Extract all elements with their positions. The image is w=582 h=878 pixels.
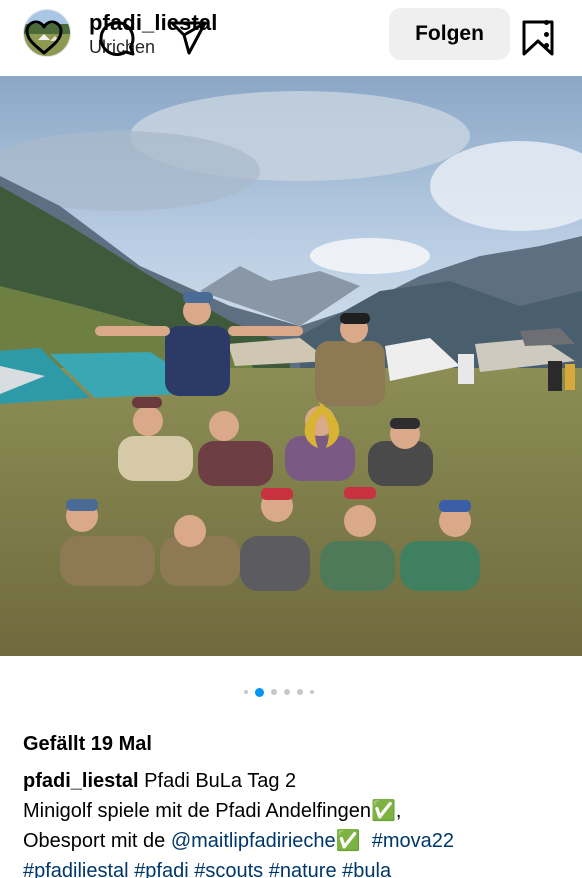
hashtag-link[interactable]: #nature (269, 860, 337, 878)
hashtag-link[interactable]: #mova22 (372, 830, 454, 852)
post-image[interactable] (0, 76, 582, 656)
caption-username[interactable]: pfadi_liestal (23, 770, 139, 792)
check-emoji: ✅ (335, 830, 361, 852)
carousel-dot-active (255, 687, 264, 697)
hashtag-link[interactable]: #pfadiliestal (23, 860, 129, 878)
caption-mention[interactable]: @maitlipfadirieche (171, 830, 336, 852)
hashtag-link[interactable]: #scouts (194, 860, 263, 878)
hashtag-link[interactable]: #pfadi (134, 860, 189, 878)
caption-title: Pfadi BuLa Tag 2 (144, 770, 297, 792)
carousel-dot (297, 689, 303, 695)
carousel-dot (244, 690, 248, 694)
hashtag-link[interactable]: #bula (342, 860, 391, 878)
likes-count[interactable]: Gefällt 19 Mal (23, 733, 152, 756)
post-caption: pfadi_liestal Pfadi BuLa Tag 2 Minigolf … (23, 766, 573, 878)
caption-line-4: #pfadiliestal #pfadi #scouts #nature #bu… (23, 856, 573, 878)
carousel-dot (284, 689, 290, 695)
carousel-indicator (244, 687, 314, 697)
paper-plane-icon[interactable] (169, 19, 209, 57)
comment-icon[interactable] (97, 19, 137, 57)
carousel-dot (271, 689, 277, 695)
heart-icon[interactable] (24, 19, 64, 57)
post-header: pfadi_liestal Ulrichen Folgen (0, 0, 582, 76)
caption-line-3: Obesport mit de @maitlipfadirieche✅ #mov… (23, 826, 573, 856)
bookmark-icon[interactable] (518, 19, 558, 57)
caption-line-1: pfadi_liestal Pfadi BuLa Tag 2 (23, 766, 573, 796)
follow-button[interactable]: Folgen (389, 8, 510, 60)
caption-line-2: Minigolf spiele mit de Pfadi Andelfingen… (23, 800, 402, 822)
carousel-dot (310, 690, 314, 694)
caption-text: Obesport mit de (23, 830, 171, 852)
